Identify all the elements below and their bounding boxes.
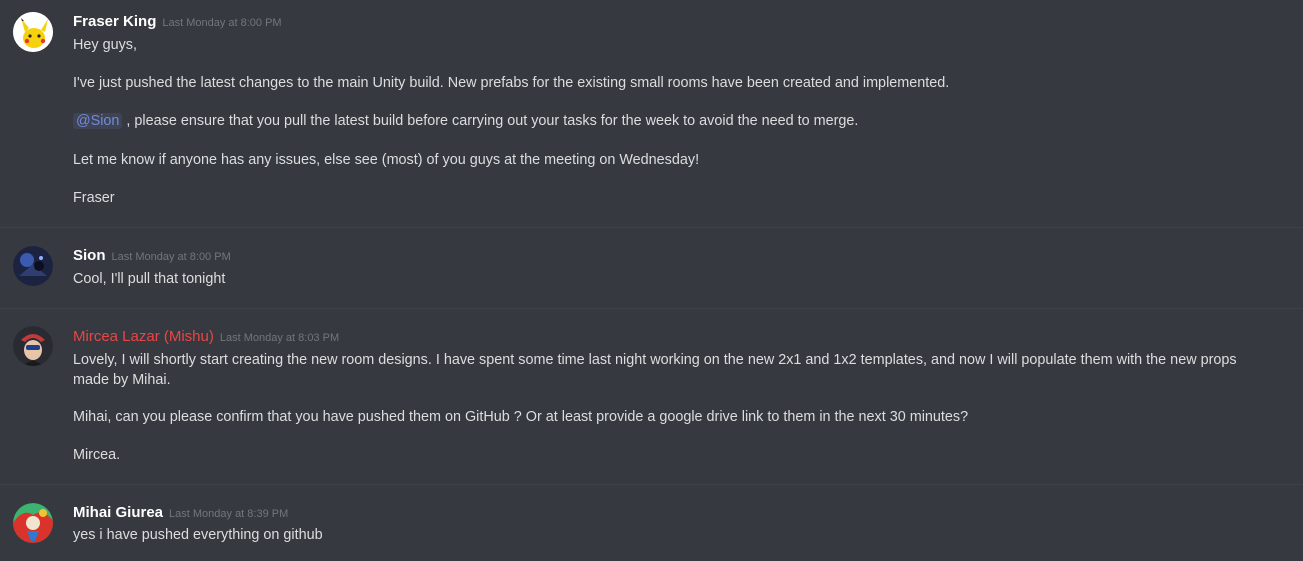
colorful-avatar-icon[interactable] xyxy=(13,503,53,543)
dark-blue-avatar-icon[interactable] xyxy=(13,246,53,286)
message-text: Mircea. xyxy=(73,447,121,463)
message-divider xyxy=(0,308,1303,309)
author-name[interactable]: Mihai Giurea xyxy=(73,504,163,521)
message-text: Cool, I'll pull that tonight xyxy=(73,271,226,287)
timestamp[interactable]: Last Monday at 8:00 PM xyxy=(112,251,231,263)
author-name[interactable]: Sion xyxy=(73,247,106,264)
character-avatar-icon[interactable] xyxy=(13,326,53,366)
message-text: I've just pushed the latest changes to t… xyxy=(73,75,950,91)
pikachu-avatar-icon[interactable] xyxy=(13,12,53,52)
message-header: Mihai Giurea Last Monday at 8:39 PM xyxy=(73,504,288,521)
message-text: @Sion , please ensure that you pull the … xyxy=(73,113,858,129)
chat-messages: Fraser King Last Monday at 8:00 PM Hey g… xyxy=(0,0,1303,561)
message-text: Let me know if anyone has any issues, el… xyxy=(73,152,700,168)
message-header: Sion Last Monday at 8:00 PM xyxy=(73,247,231,264)
message-text: Mihai, can you please confirm that you h… xyxy=(73,409,969,425)
timestamp[interactable]: Last Monday at 8:03 PM xyxy=(220,332,339,344)
message-divider xyxy=(0,227,1303,228)
user-mention[interactable]: @Sion xyxy=(73,113,123,129)
timestamp[interactable]: Last Monday at 8:00 PM xyxy=(162,17,281,29)
message-divider xyxy=(0,484,1303,485)
message-text: yes i have pushed everything on github xyxy=(73,527,323,543)
author-name[interactable]: Fraser King xyxy=(73,13,156,30)
message-text-fragment: , please ensure that you pull the latest… xyxy=(126,113,859,129)
message-header: Fraser King Last Monday at 8:00 PM xyxy=(73,13,282,30)
author-name[interactable]: Mircea Lazar (Mishu) xyxy=(73,328,214,345)
message-text: Hey guys, xyxy=(73,37,137,53)
message-header: Mircea Lazar (Mishu) Last Monday at 8:03… xyxy=(73,328,339,345)
timestamp[interactable]: Last Monday at 8:39 PM xyxy=(169,508,288,520)
message-text: Lovely, I will shortly start creating th… xyxy=(73,352,1237,388)
message-text: Fraser xyxy=(73,190,115,206)
